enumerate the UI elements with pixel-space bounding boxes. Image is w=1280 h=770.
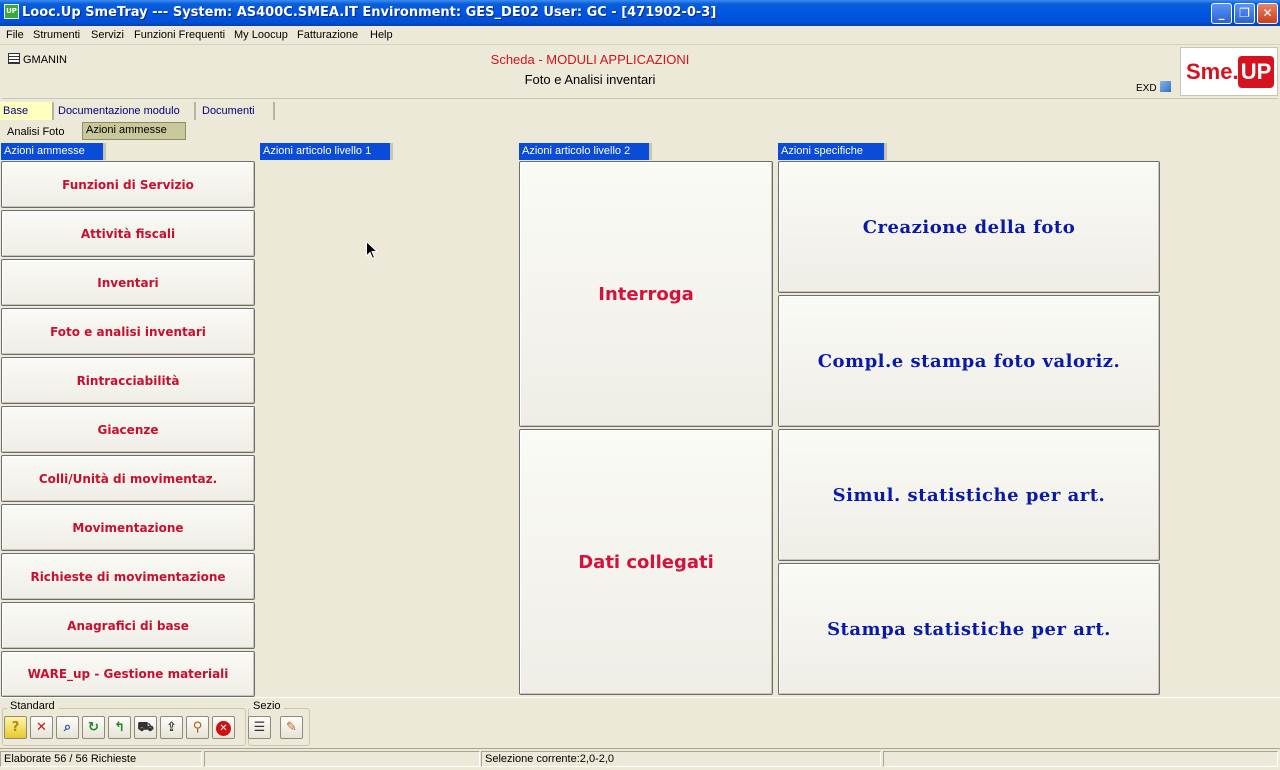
panel-header-specifiche: Azioni specifiche — [778, 143, 887, 160]
menu-file[interactable]: File — [6, 29, 24, 41]
cart-icon[interactable]: ⛟ — [134, 716, 157, 739]
status-selection: Selezione corrente:2,0-2,0 — [481, 751, 881, 767]
search-icon[interactable]: ⌕ — [56, 716, 79, 739]
minimize-button[interactable]: _ — [1211, 3, 1232, 24]
tab-documenti[interactable]: Documenti — [199, 102, 275, 120]
tab-label: Base — [3, 105, 29, 117]
page-title: Scheda - MODULI APPLICAZIONI — [490, 52, 690, 67]
tab-label: Analisi Foto — [7, 126, 65, 138]
page-header: GMANIN Scheda - MODULI APPLICAZIONI Foto… — [2, 47, 1278, 99]
maximize-button[interactable]: ❐ — [1234, 3, 1255, 24]
status-bar: Elaborate 56 / 56 Richieste Selezione co… — [0, 748, 1280, 770]
toolbar-standard-label: Standard — [7, 700, 58, 712]
panel-header-azioni-ammesse: Azioni ammesse — [1, 143, 106, 160]
tab-label: Azioni ammesse — [86, 124, 167, 136]
tab-label: Documenti — [202, 105, 255, 117]
action-button[interactable]: WARE_up - Gestione materiali — [1, 651, 255, 697]
back-icon[interactable]: ↰ — [108, 716, 131, 739]
close-button[interactable]: ✕ — [1257, 3, 1278, 24]
tab-label: Documentazione modulo — [58, 105, 180, 117]
menu-fatturazione[interactable]: Fatturazione — [297, 29, 358, 41]
menu-help[interactable]: Help — [370, 29, 393, 41]
zoom-icon[interactable]: ⚲ — [186, 716, 209, 739]
app-icon: UP — [4, 4, 19, 19]
tab-base[interactable]: Base — [0, 102, 54, 120]
tab-azioni-ammesse[interactable]: Azioni ammesse — [82, 122, 186, 140]
menu-bar: File Strumenti Servizi Funzioni Frequent… — [0, 26, 1280, 45]
exd-indicator[interactable]: EXD — [1136, 81, 1171, 94]
help-icon[interactable]: ? — [4, 716, 27, 739]
export-icon[interactable]: ⇪ — [160, 716, 183, 739]
exd-icon — [1159, 81, 1171, 92]
dati-collegati-button[interactable]: Dati collegati — [519, 429, 773, 695]
action-button[interactable]: Movimentazione — [1, 504, 255, 551]
action-button[interactable]: Attività fiscali — [1, 210, 255, 257]
menu-funzioni-frequenti[interactable]: Funzioni Frequenti — [134, 29, 225, 41]
action-button[interactable]: Colli/Unità di movimentaz. — [1, 455, 255, 502]
mouse-cursor-icon — [366, 241, 378, 260]
delete-icon[interactable]: ✕ — [30, 716, 53, 739]
action-button[interactable]: Foto e analisi inventari — [1, 308, 255, 355]
action-button[interactable]: Inventari — [1, 259, 255, 306]
smeup-logo: Sme. UP — [1180, 47, 1278, 96]
refresh-icon[interactable]: ↻ — [82, 716, 105, 739]
action-button[interactable]: Giacenze — [1, 406, 255, 453]
panel-header-livello1: Azioni articolo livello 1 — [260, 143, 393, 160]
status-processed: Elaborate 56 / 56 Richieste — [0, 751, 202, 767]
exd-label: EXD — [1136, 83, 1157, 94]
action-button[interactable]: Richieste di movimentazione — [1, 553, 255, 600]
window-title: Looc.Up SmeTray --- System: AS400C.SMEA.… — [22, 5, 717, 20]
stampa-foto-button[interactable]: Compl.e stampa foto valoriz. — [778, 295, 1160, 427]
stop-icon[interactable]: ✕ — [212, 716, 235, 739]
section-list-icon[interactable]: ☰ — [248, 716, 271, 739]
simul-statistiche-button[interactable]: Simul. statistiche per art. — [778, 429, 1160, 561]
menu-my-loocup[interactable]: My Loocup — [234, 29, 288, 41]
stampa-statistiche-button[interactable]: Stampa statistiche per art. — [778, 563, 1160, 695]
logo-badge: UP — [1238, 56, 1274, 88]
section-edit-icon[interactable]: ✎ — [280, 716, 303, 739]
action-button[interactable]: Funzioni di Servizio — [1, 161, 255, 208]
action-button[interactable]: Rintracciabilità — [1, 357, 255, 404]
page-subtitle: Foto e Analisi inventari — [524, 72, 656, 87]
tab-documentazione-modulo[interactable]: Documentazione modulo — [55, 102, 196, 120]
status-empty-2 — [883, 751, 1278, 767]
status-empty-1 — [204, 751, 480, 767]
logo-text: Sme. — [1186, 59, 1239, 84]
creazione-foto-button[interactable]: Creazione della foto — [778, 161, 1160, 293]
interroga-button[interactable]: Interroga — [519, 161, 773, 427]
bottom-toolbar: Standard ? ✕ ⌕ ↻ ↰ ⛟ ⇪ ⚲ ✕ Sezio ☰ ✎ — [0, 697, 1280, 747]
tab-analisi-foto[interactable]: Analisi Foto — [4, 123, 80, 141]
title-bar: UP Looc.Up SmeTray --- System: AS400C.SM… — [0, 0, 1280, 26]
toolbar-sezio-label: Sezio — [250, 700, 284, 712]
menu-servizi[interactable]: Servizi — [91, 29, 124, 41]
panel-header-livello2: Azioni articolo livello 2 — [519, 143, 652, 160]
menu-strumenti[interactable]: Strumenti — [33, 29, 80, 41]
action-button[interactable]: Anagrafici di base — [1, 602, 255, 649]
